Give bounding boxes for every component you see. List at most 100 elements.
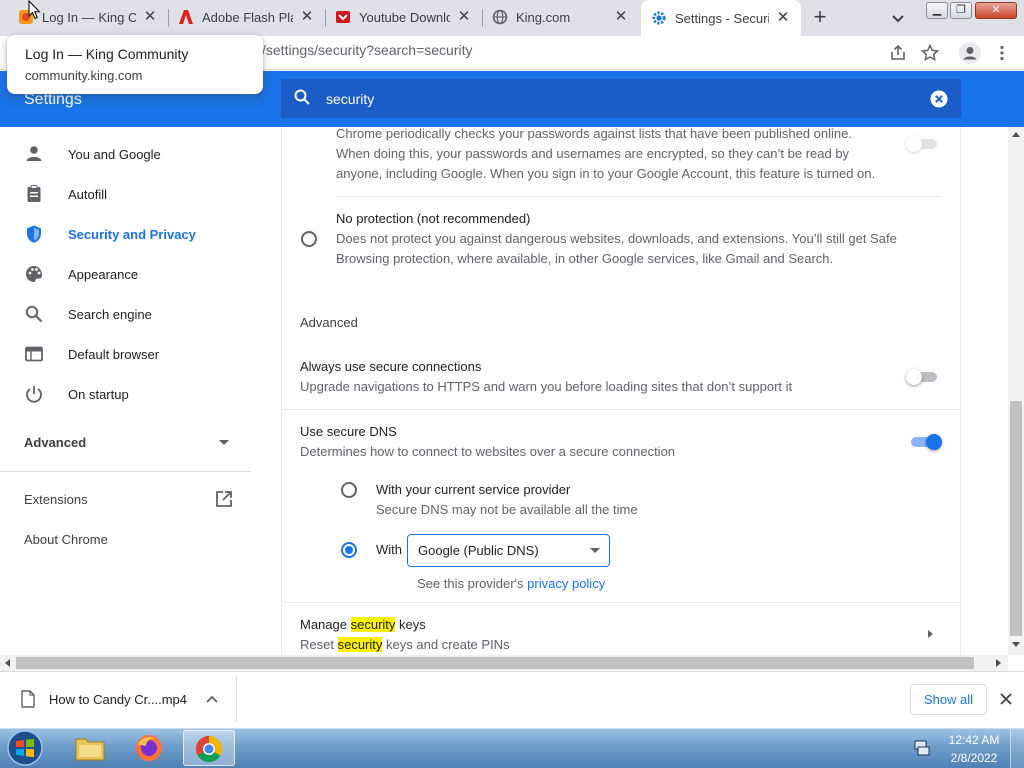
- tab-hover-tooltip: Log In — King Community community.king.c…: [7, 35, 263, 94]
- firefox-icon: [136, 735, 162, 761]
- scroll-up-arrow-icon[interactable]: [1012, 132, 1020, 137]
- sidebar-item-appearance[interactable]: Appearance: [0, 254, 280, 294]
- sidebar-item-security-and-privacy[interactable]: Security and Privacy: [0, 214, 280, 254]
- manage-security-keys-title[interactable]: Manage security keys: [300, 617, 426, 632]
- horizontal-scroll-thumb[interactable]: [16, 657, 974, 669]
- current-provider-desc: Secure DNS may not be available all the …: [376, 502, 638, 517]
- file-icon: [21, 690, 35, 708]
- sidebar-item-default-browser[interactable]: Default browser: [0, 334, 280, 374]
- sidebar-item-label: Autofill: [68, 186, 108, 202]
- security-keys-desc-post: keys and create PINs: [386, 637, 510, 652]
- secure-dns-toggle[interactable]: [908, 432, 942, 452]
- tab-title: Youtube Downloa: [359, 9, 450, 25]
- more-menu-icon[interactable]: [992, 43, 1012, 63]
- privacy-policy-link[interactable]: privacy policy: [527, 576, 605, 591]
- divider: [336, 196, 941, 197]
- chevron-right-icon[interactable]: [928, 630, 933, 638]
- sidebar-item-extensions[interactable]: Extensions: [0, 479, 280, 519]
- tab-title: Log In — King Co: [42, 9, 136, 25]
- youtube-downloader-favicon-icon: [336, 11, 350, 23]
- show-all-downloads-button[interactable]: Show all: [910, 684, 987, 715]
- tab-title: Settings - Securit: [675, 10, 769, 26]
- share-icon[interactable]: [888, 43, 908, 63]
- new-tab-button[interactable]: +: [806, 5, 834, 31]
- current-provider-title: With your current service provider: [376, 482, 571, 497]
- no-protection-desc-line1: Does not protect you against dangerous w…: [336, 231, 897, 246]
- sidebar-item-label: Appearance: [68, 266, 139, 282]
- close-tab-icon[interactable]: ✕: [299, 9, 315, 25]
- tab-search-chevron-icon[interactable]: [888, 8, 908, 28]
- minimize-button[interactable]: ▁: [926, 2, 948, 19]
- address-bar-url[interactable]: /settings/security?search=security: [262, 42, 472, 58]
- clear-search-icon[interactable]: [930, 90, 948, 108]
- chevron-up-icon[interactable]: [205, 693, 219, 705]
- close-tab-icon[interactable]: ✕: [456, 9, 472, 25]
- sidebar-advanced-toggle[interactable]: Advanced: [0, 422, 280, 462]
- tab-youtube-downloader[interactable]: Youtube Downloa ✕: [325, 2, 482, 32]
- windows-start-orb-icon[interactable]: [3, 729, 47, 767]
- current-provider-radio[interactable]: [341, 482, 357, 498]
- scroll-left-arrow-icon[interactable]: [5, 659, 10, 667]
- divider: [282, 409, 960, 410]
- close-tab-icon[interactable]: ✕: [613, 9, 629, 25]
- chrome-icon: [195, 735, 223, 763]
- adobe-favicon-icon: [179, 10, 193, 24]
- tooltip-title: Log In — King Community: [25, 46, 189, 62]
- taskbar-firefox-button[interactable]: [124, 730, 176, 766]
- secure-connections-title: Always use secure connections: [300, 359, 482, 374]
- password-check-desc-line1: Chrome periodically checks your password…: [336, 126, 852, 141]
- search-icon: [294, 89, 310, 105]
- clock-time[interactable]: 12:42 AM: [944, 733, 1004, 747]
- clock-date[interactable]: 2/8/2022: [944, 751, 1004, 765]
- download-item[interactable]: How to Candy Cr....mp4: [49, 692, 187, 707]
- security-keys-desc-pre: Reset: [300, 637, 334, 652]
- scroll-down-arrow-icon[interactable]: [1012, 642, 1020, 647]
- close-window-button[interactable]: ✕: [975, 2, 1017, 19]
- taskbar-chrome-button[interactable]: [183, 730, 235, 766]
- tab-settings[interactable]: Settings - Securit ✕: [641, 0, 801, 36]
- search-input[interactable]: security: [326, 91, 374, 107]
- sidebar-item-about-chrome[interactable]: About Chrome: [0, 519, 280, 559]
- tab-adobe-flash[interactable]: Adobe Flash Playe ✕: [168, 2, 325, 32]
- close-tab-icon[interactable]: ✕: [142, 9, 158, 25]
- browser-window-icon: [25, 346, 43, 362]
- tab-title: Adobe Flash Playe: [202, 9, 293, 25]
- sidebar-item-label: You and Google: [68, 146, 161, 162]
- network-icon[interactable]: [912, 738, 932, 758]
- maximize-button[interactable]: ❐: [950, 2, 972, 19]
- secure-connections-toggle[interactable]: [906, 367, 940, 387]
- bookmark-star-icon[interactable]: [920, 43, 940, 63]
- sidebar-item-search-engine[interactable]: Search engine: [0, 294, 280, 334]
- tab-title: King.com: [516, 9, 571, 25]
- sidebar-item-label: Default browser: [68, 346, 160, 362]
- profile-avatar-icon[interactable]: [958, 41, 982, 65]
- settings-gear-icon: [652, 11, 666, 25]
- close-download-bar-icon[interactable]: [999, 692, 1013, 706]
- person-icon: [26, 146, 42, 161]
- secure-connections-desc: Upgrade navigations to HTTPS and warn yo…: [300, 379, 793, 394]
- taskbar-explorer-button[interactable]: [64, 730, 116, 766]
- vertical-scroll-thumb[interactable]: [1010, 401, 1022, 636]
- show-desktop-button[interactable]: [1010, 729, 1024, 768]
- tab-king-com[interactable]: King.com ✕: [482, 2, 639, 32]
- sidebar-item-you-and-google[interactable]: You and Google: [0, 134, 280, 174]
- search-highlight: security: [350, 617, 396, 632]
- close-tab-icon[interactable]: ✕: [775, 10, 791, 26]
- password-check-toggle[interactable]: [906, 134, 940, 154]
- settings-search-box[interactable]: [281, 79, 961, 118]
- security-keys-title-pre: Manage: [300, 617, 347, 632]
- sidebar-item-on-startup[interactable]: On startup: [0, 374, 280, 414]
- advanced-section-heading: Advanced: [300, 315, 358, 330]
- sidebar-item-autofill[interactable]: Autofill: [0, 174, 280, 214]
- custom-provider-radio[interactable]: [341, 542, 357, 558]
- scroll-right-arrow-icon[interactable]: [996, 659, 1001, 667]
- no-protection-radio[interactable]: [301, 231, 317, 247]
- dns-provider-select[interactable]: Google (Public DNS): [407, 534, 610, 567]
- search-highlight: security: [337, 637, 383, 652]
- no-protection-desc-line2: Browsing protection, where available, in…: [336, 251, 834, 266]
- provider-note-text: See this provider's: [417, 576, 524, 591]
- search-icon: [25, 305, 43, 323]
- provider-note: See this provider's privacy policy: [417, 576, 605, 591]
- password-check-desc-line2: When doing this, your passwords and user…: [336, 146, 850, 161]
- tooltip-domain: community.king.com: [25, 68, 143, 83]
